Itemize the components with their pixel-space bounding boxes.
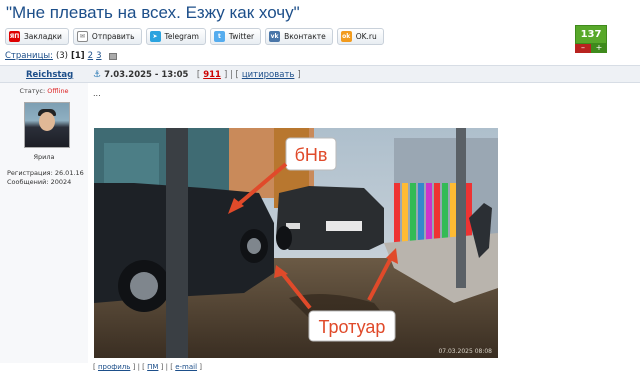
- author-nickname: Ярила: [33, 153, 55, 161]
- share-label: Отправить: [91, 32, 135, 41]
- author-info: Регистрация: 26.01.16 Сообщений: 20024: [7, 169, 84, 186]
- share-bar: ЯП Закладки ✉ Отправить ➤ Telegram t Twi…: [5, 28, 384, 45]
- yandex-bookmarks-icon: ЯП: [9, 31, 20, 42]
- post-date: 7.03.2025 - 13:05: [104, 70, 189, 80]
- post-footer-links: [ профиль ] | [ ПМ ] | [ e-mail ]: [93, 363, 202, 371]
- rating-minus-button[interactable]: –: [575, 44, 591, 53]
- share-telegram-button[interactable]: ➤ Telegram: [145, 28, 206, 45]
- pages-count: (3): [55, 51, 68, 61]
- page-link-3[interactable]: 3: [96, 51, 101, 61]
- ok-icon: ok: [340, 31, 352, 42]
- pagination: Страницы: (3) [1] 2 3: [5, 51, 117, 61]
- author-status: Статус: Offline: [19, 87, 69, 95]
- post-author-link[interactable]: Reichstag: [26, 70, 73, 80]
- photo-label-bnv: бНв: [295, 145, 328, 165]
- print-icon[interactable]: [108, 52, 117, 60]
- share-label: Twitter: [228, 32, 255, 41]
- vk-icon: vk: [269, 31, 281, 42]
- email-link[interactable]: e-mail: [175, 363, 197, 371]
- rating-plus-button[interactable]: +: [591, 44, 607, 53]
- current-page: [1]: [70, 51, 85, 61]
- topic-title: "Мне плевать на всех. Езжу как хочу": [6, 3, 300, 22]
- photo-timestamp: 07.03.2025 08:08: [438, 348, 492, 355]
- profile-link[interactable]: профиль: [98, 363, 130, 371]
- post-header: Reichstag ⚓ 7.03.2025 - 13:05 [ 911 ] | …: [0, 65, 640, 83]
- share-label: Закладки: [24, 32, 62, 41]
- rating-widget: 137 – +: [575, 25, 607, 53]
- share-ok-button[interactable]: ok OK.ru: [336, 28, 384, 45]
- share-label: Telegram: [164, 32, 199, 41]
- photo-label-sidewalk: Тротуар: [319, 317, 386, 337]
- pm-link[interactable]: ПМ: [147, 363, 158, 371]
- registration-date: Регистрация: 26.01.16: [7, 169, 84, 177]
- post-number-link[interactable]: 911: [203, 70, 221, 80]
- share-label: OK.ru: [355, 32, 377, 41]
- share-bookmarks-button[interactable]: ЯП Закладки: [5, 28, 69, 45]
- avatar[interactable]: [24, 102, 70, 148]
- pages-label[interactable]: Страницы:: [5, 51, 53, 61]
- share-label: Вконтакте: [284, 32, 326, 41]
- photo-illustration: бНв Тротуар 07.03.2025 08:08: [94, 128, 498, 358]
- post-meta: ⚓ 7.03.2025 - 13:05 [ 911 ] | [ цитирова…: [93, 70, 301, 80]
- rating-value: 137: [575, 25, 607, 44]
- post-photo[interactable]: бНв Тротуар 07.03.2025 08:08: [94, 128, 498, 358]
- twitter-icon: t: [213, 31, 225, 42]
- telegram-icon: ➤: [149, 31, 161, 42]
- author-sidebar: Статус: Offline Ярила Регистрация: 26.01…: [0, 83, 88, 363]
- share-vk-button[interactable]: vk Вконтакте: [265, 28, 333, 45]
- page-link-2[interactable]: 2: [88, 51, 93, 61]
- mail-icon: ✉: [76, 31, 88, 42]
- quote-link[interactable]: цитировать: [242, 70, 295, 80]
- message-count: Сообщений: 20024: [7, 177, 72, 186]
- share-send-button[interactable]: ✉ Отправить: [72, 28, 142, 45]
- status-offline: Offline: [47, 87, 69, 95]
- post-text: ...: [93, 89, 101, 98]
- anchor-icon[interactable]: ⚓: [93, 70, 101, 80]
- share-twitter-button[interactable]: t Twitter: [209, 28, 262, 45]
